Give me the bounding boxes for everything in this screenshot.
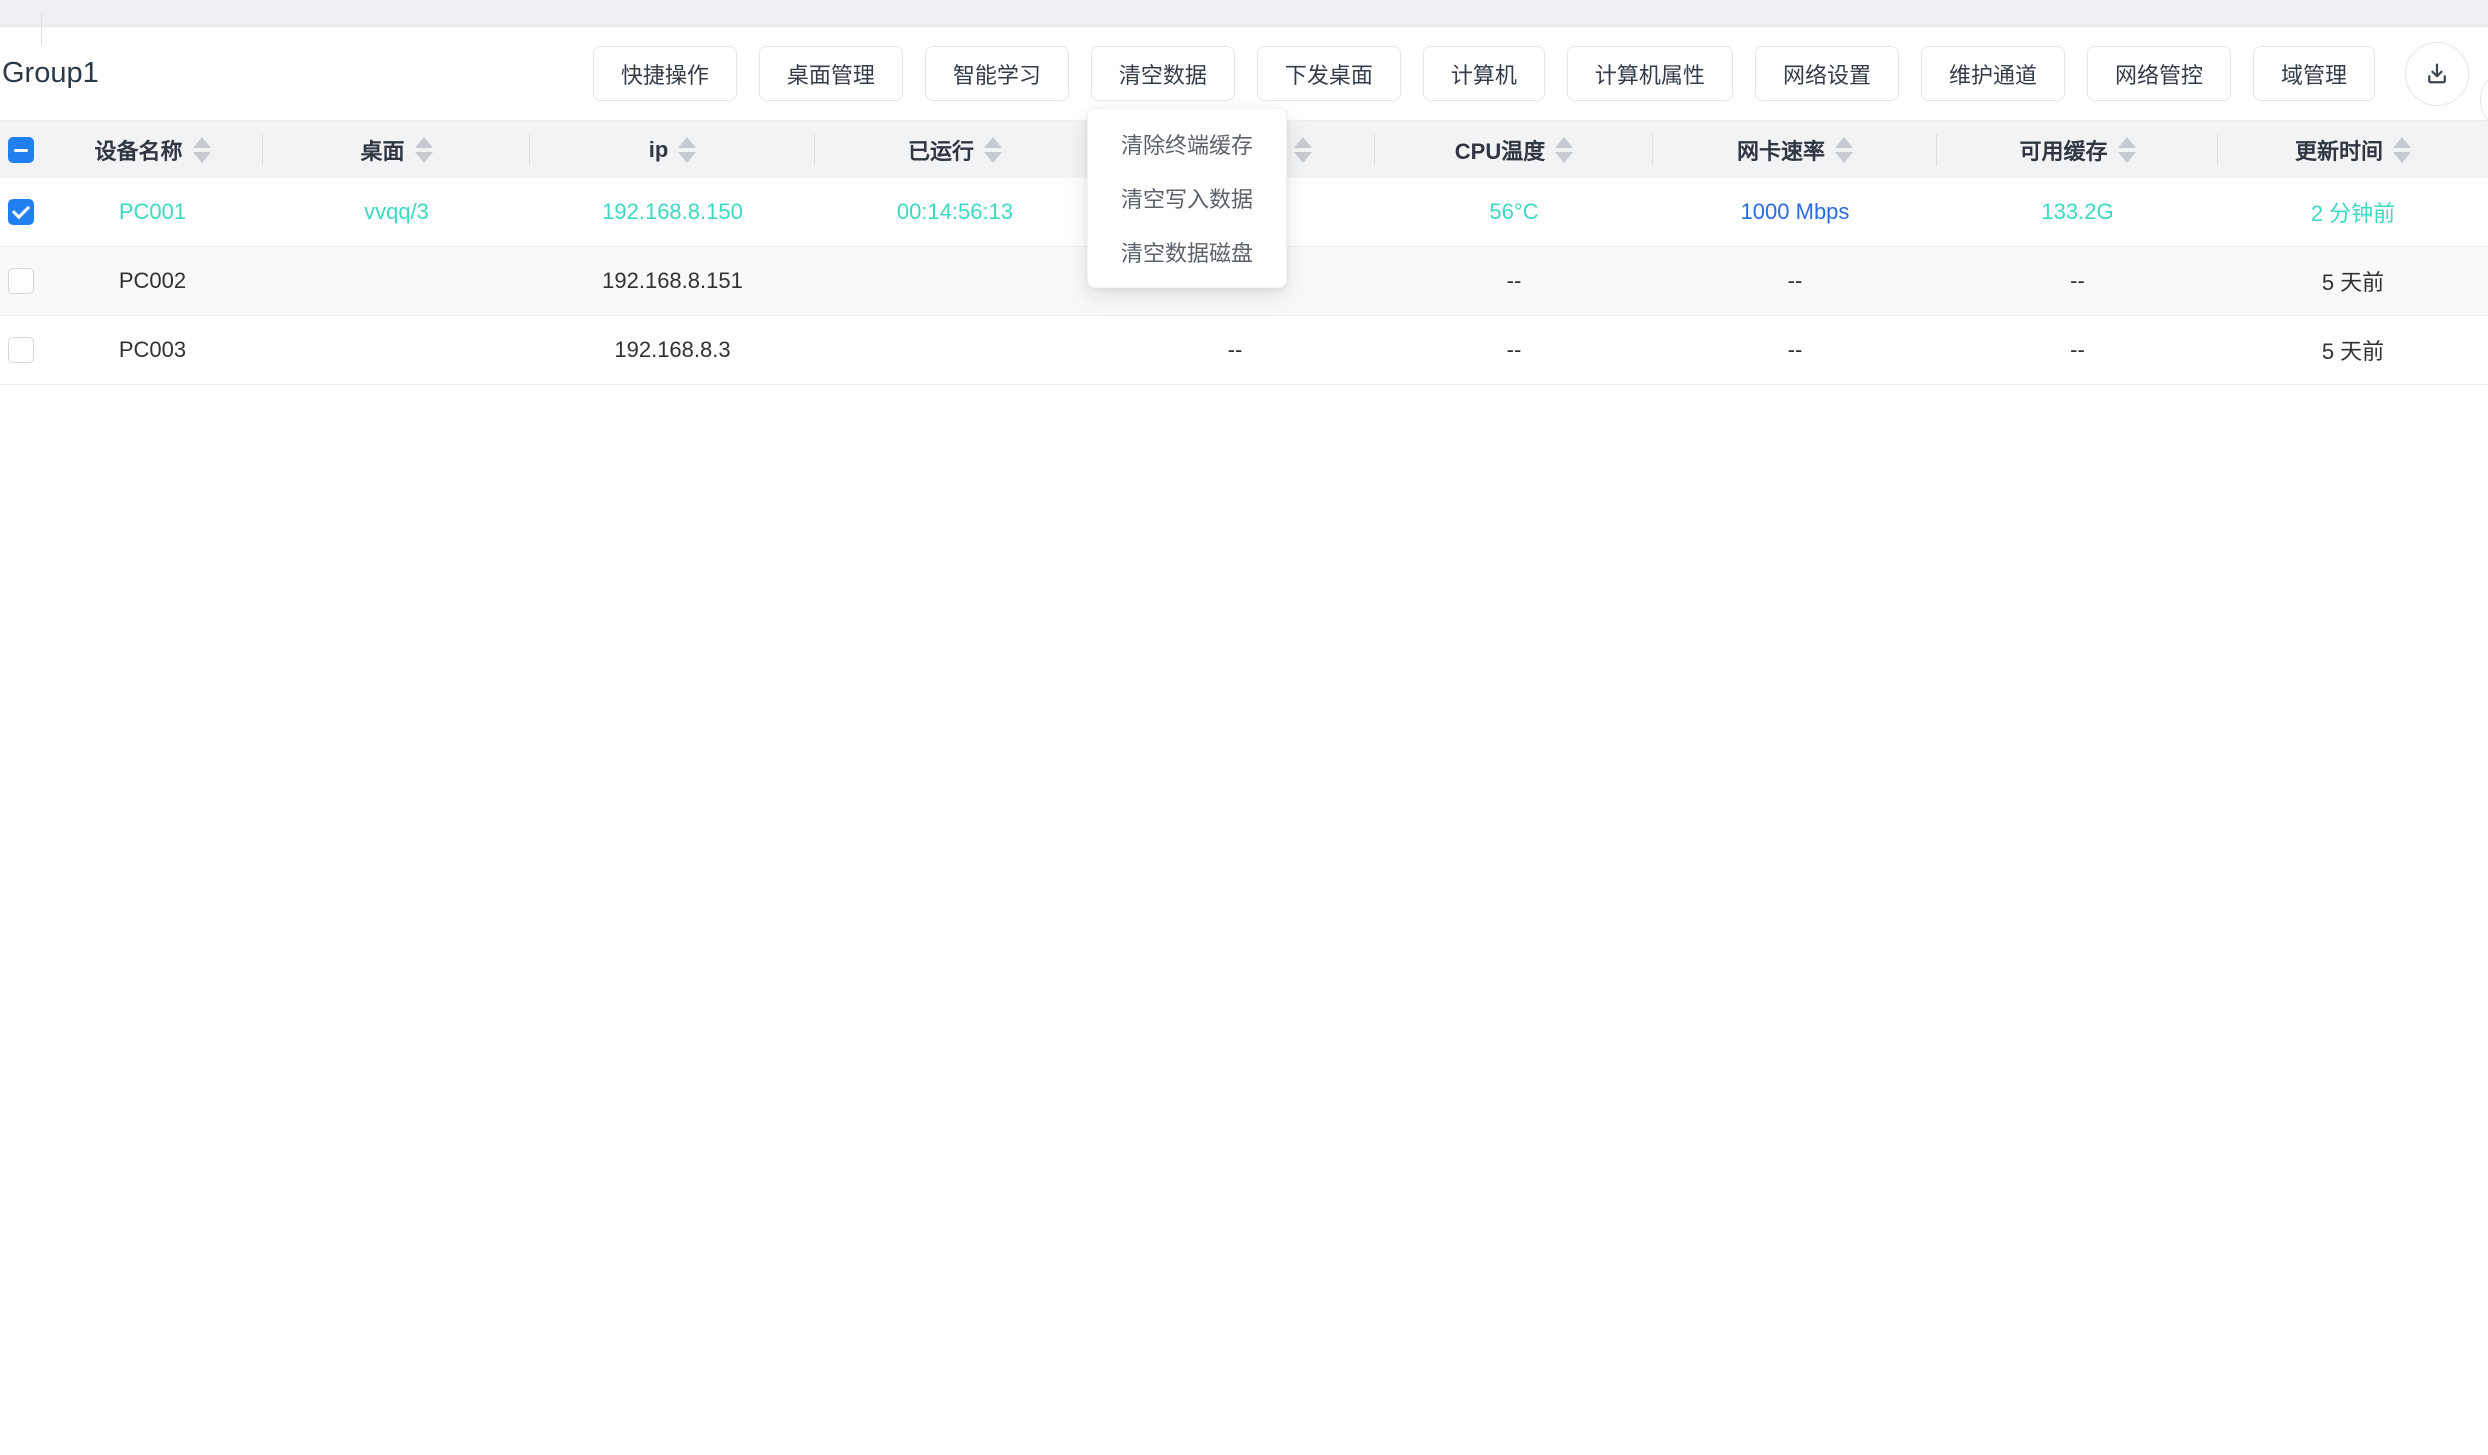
sort-icon <box>1835 137 1853 163</box>
cell-uptime: 00:14:56:13 <box>815 178 1095 246</box>
cell-nic-speed: -- <box>1653 247 1937 315</box>
cell-update-time: 5 天前 <box>2218 247 2488 315</box>
cell-available-cache: 133.2G <box>1937 178 2218 246</box>
smart-learning-button[interactable]: 智能学习 <box>925 46 1069 101</box>
domain-manage-button[interactable]: 域管理 <box>2253 46 2375 101</box>
unchecked-checkbox-icon <box>8 268 34 294</box>
sort-icon <box>1555 137 1573 163</box>
row-checkbox[interactable] <box>0 247 42 315</box>
top-window-strip <box>0 0 2488 27</box>
column-desktop[interactable]: 桌面 <box>263 121 530 178</box>
column-uptime[interactable]: 已运行 <box>815 121 1095 178</box>
cell-device-name: PC002 <box>42 247 263 315</box>
cell-nic-speed: -- <box>1653 316 1937 384</box>
cell-desktop <box>263 316 530 384</box>
cell-device-name: PC003 <box>42 316 263 384</box>
column-divider <box>41 13 42 45</box>
sort-icon <box>984 137 1002 163</box>
column-update-time[interactable]: 更新时间 <box>2218 121 2488 178</box>
push-desktop-button[interactable]: 下发桌面 <box>1257 46 1401 101</box>
column-device-name[interactable]: 设备名称 <box>42 121 263 178</box>
sort-icon <box>678 137 696 163</box>
menu-item-clear-written-data[interactable]: 清空写入数据 <box>1088 171 1286 225</box>
device-management-screen: Group1 快捷操作 桌面管理 智能学习 清空数据 下发桌面 计算机 计算机属… <box>0 0 2488 1455</box>
cell-cpu-temp: -- <box>1375 316 1653 384</box>
computer-props-button[interactable]: 计算机属性 <box>1567 46 1733 101</box>
column-ip[interactable]: ip <box>530 121 815 178</box>
maintain-channel-button[interactable]: 维护通道 <box>1921 46 2065 101</box>
column-cpu-temp[interactable]: CPU温度 <box>1375 121 1653 178</box>
row-checkbox[interactable] <box>0 316 42 384</box>
network-settings-button[interactable]: 网络设置 <box>1755 46 1899 101</box>
sort-icon <box>2393 137 2411 163</box>
computer-button[interactable]: 计算机 <box>1423 46 1545 101</box>
cell-uptime <box>815 316 1095 384</box>
column-available-cache[interactable]: 可用缓存 <box>1937 121 2218 178</box>
cell-cpu-temp: -- <box>1375 247 1653 315</box>
sort-icon <box>193 137 211 163</box>
sort-icon <box>2118 137 2136 163</box>
download-icon <box>2422 59 2452 89</box>
group-title: Group1 <box>2 59 99 88</box>
select-all-checkbox[interactable] <box>0 121 42 178</box>
table-row: PC003 192.168.8.3 -- -- -- -- 5 天前 <box>0 316 2488 385</box>
desktop-manage-button[interactable]: 桌面管理 <box>759 46 903 101</box>
network-control-button[interactable]: 网络管控 <box>2087 46 2231 101</box>
sort-icon <box>415 137 433 163</box>
cell-obscured: -- <box>1095 316 1375 384</box>
unchecked-checkbox-icon <box>8 337 34 363</box>
cell-desktop: vvqq/3 <box>263 178 530 246</box>
cell-update-time: 2 分钟前 <box>2218 178 2488 246</box>
cell-ip: 192.168.8.3 <box>530 316 815 384</box>
row-checkbox[interactable] <box>0 178 42 246</box>
cell-ip: 192.168.8.151 <box>530 247 815 315</box>
toolbar: Group1 快捷操作 桌面管理 智能学习 清空数据 下发桌面 计算机 计算机属… <box>0 27 2488 120</box>
menu-item-clear-terminal-cache[interactable]: 清除终端缓存 <box>1088 117 1286 171</box>
export-button[interactable] <box>2405 42 2469 106</box>
cell-ip: 192.168.8.150 <box>530 178 815 246</box>
menu-item-clear-data-disk[interactable]: 清空数据磁盘 <box>1088 225 1286 279</box>
toolbar-buttons: 快捷操作 桌面管理 智能学习 清空数据 下发桌面 计算机 计算机属性 网络设置 … <box>593 42 2469 106</box>
cell-desktop <box>263 247 530 315</box>
cell-update-time: 5 天前 <box>2218 316 2488 384</box>
cell-device-name: PC001 <box>42 178 263 246</box>
sort-icon <box>1294 137 1312 163</box>
column-nic-speed[interactable]: 网卡速率 <box>1653 121 1937 178</box>
quick-actions-button[interactable]: 快捷操作 <box>593 46 737 101</box>
cell-uptime <box>815 247 1095 315</box>
clear-data-dropdown-menu: 清除终端缓存 清空写入数据 清空数据磁盘 <box>1087 108 1287 288</box>
cell-available-cache: -- <box>1937 316 2218 384</box>
cell-available-cache: -- <box>1937 247 2218 315</box>
clear-data-button[interactable]: 清空数据 <box>1091 46 1235 101</box>
indeterminate-checkbox-icon <box>8 137 34 163</box>
cell-cpu-temp: 56°C <box>1375 178 1653 246</box>
checked-checkbox-icon <box>8 199 34 225</box>
cell-nic-speed: 1000 Mbps <box>1653 178 1937 246</box>
